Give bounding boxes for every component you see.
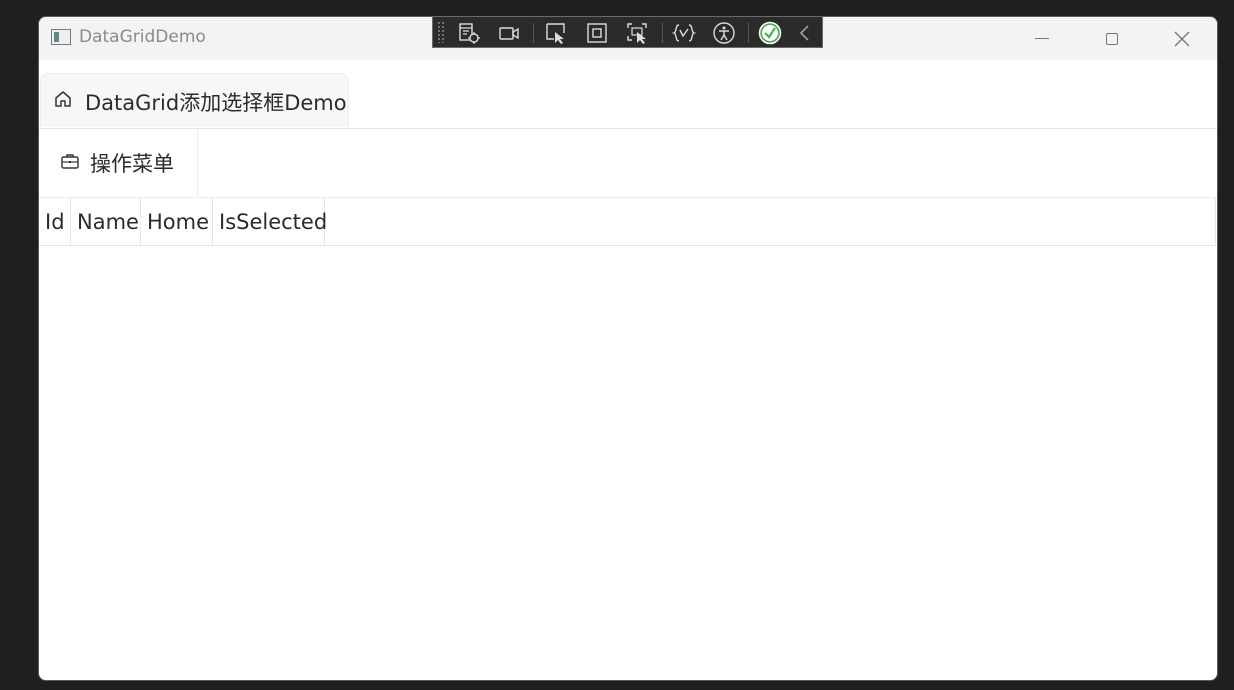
app-window: DataGridDemo DataGrid添加选择框Demo 操作菜单 Id N… <box>38 16 1218 681</box>
home-icon <box>55 91 71 107</box>
track-focus-icon <box>627 23 647 44</box>
tab-label: DataGrid添加选择框Demo <box>85 91 347 115</box>
column-header-isselected[interactable]: IsSelected <box>213 198 327 245</box>
debug-toolbar <box>432 16 823 48</box>
column-header-home[interactable]: Home <box>141 198 213 245</box>
select-element-icon <box>546 23 565 44</box>
toolbar-separator <box>748 23 749 43</box>
datagrid-body[interactable] <box>39 246 1217 680</box>
app-window-icon <box>51 29 71 45</box>
toolbar-separator <box>533 23 534 43</box>
collapse-toolbar-button[interactable] <box>793 21 817 45</box>
minimize-icon <box>1035 38 1049 39</box>
close-button[interactable] <box>1147 17 1217 60</box>
datagrid-header: Id Name Home IsSelected <box>39 198 1216 246</box>
column-header-name[interactable]: Name <box>71 198 141 245</box>
validation-check-icon <box>758 21 782 45</box>
menu-bar: 操作菜单 <box>39 129 1217 198</box>
close-icon <box>1174 31 1190 46</box>
display-layout-adorners-button[interactable] <box>583 21 611 45</box>
window-title: DataGridDemo <box>79 27 206 47</box>
record-icon <box>499 27 519 40</box>
column-header-id[interactable]: Id <box>39 198 71 245</box>
toolbar-separator <box>662 23 663 43</box>
binding-failures-button[interactable] <box>670 21 698 45</box>
display-layout-adorners-icon <box>587 23 607 43</box>
accessibility-icon <box>713 22 735 44</box>
tab-strip: DataGrid添加选择框Demo <box>39 60 1217 129</box>
operation-menu[interactable]: 操作菜单 <box>39 129 198 196</box>
validation-status-button[interactable] <box>756 21 784 45</box>
live-visual-tree-button[interactable] <box>455 21 483 45</box>
tab-datagrid-demo[interactable]: DataGrid添加选择框Demo <box>40 73 349 127</box>
select-element-button[interactable] <box>542 21 570 45</box>
briefcase-icon <box>61 154 79 169</box>
maximize-icon <box>1106 32 1118 45</box>
record-button[interactable] <box>495 21 523 45</box>
operation-menu-label: 操作菜单 <box>90 152 174 176</box>
track-focus-button[interactable] <box>623 21 651 45</box>
binding-failures-icon <box>672 24 696 42</box>
grip-handle-icon[interactable] <box>437 21 445 43</box>
minimize-button[interactable] <box>1007 17 1077 60</box>
live-visual-tree-icon <box>459 23 480 44</box>
maximize-button[interactable] <box>1077 17 1147 60</box>
accessibility-button[interactable] <box>710 21 738 45</box>
collapse-chevron-icon <box>799 25 809 41</box>
